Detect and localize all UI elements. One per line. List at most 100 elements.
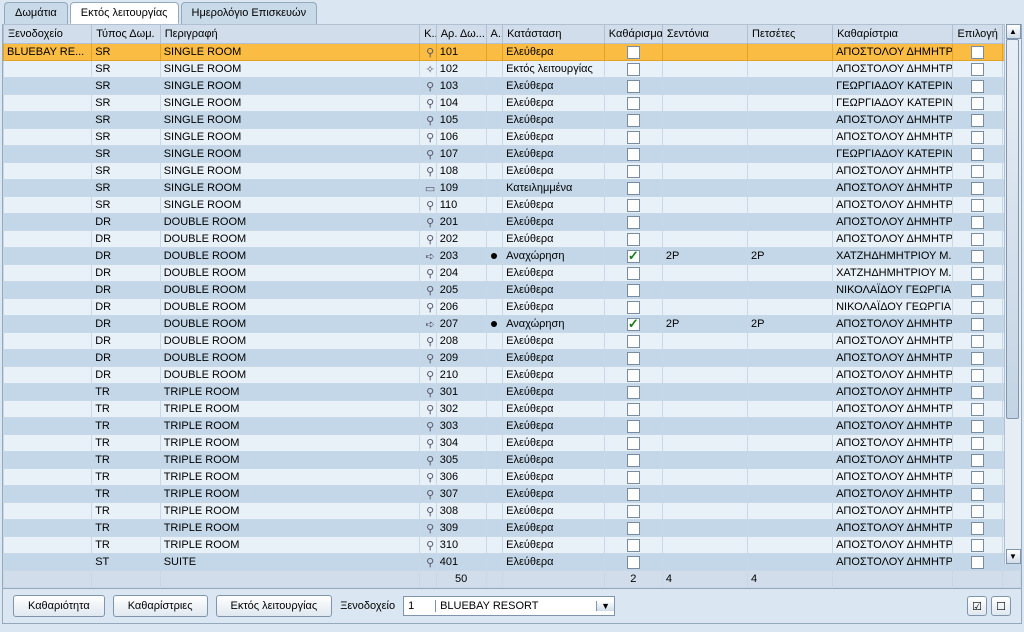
desc-cell[interactable]: [160, 418, 419, 435]
type-cell[interactable]: [92, 248, 160, 265]
towels-cell[interactable]: [748, 197, 833, 214]
select-cell[interactable]: [953, 486, 1003, 503]
type-cell-input[interactable]: [95, 437, 156, 449]
clean-checkbox[interactable]: [627, 386, 640, 399]
select-cell[interactable]: [953, 95, 1003, 112]
desc-cell[interactable]: [160, 469, 419, 486]
scroll-thumb[interactable]: [1006, 39, 1019, 419]
hotel-cell[interactable]: [4, 333, 92, 350]
type-cell[interactable]: [92, 367, 160, 384]
select-cell[interactable]: [953, 112, 1003, 129]
maid-cell[interactable]: ΑΠΟΣΤΟΛΟΥ ΔΗΜΗΤΡΑ: [833, 350, 953, 367]
hotel-cell[interactable]: [4, 282, 92, 299]
hotel-cell-input[interactable]: [7, 46, 88, 58]
desc-cell-input[interactable]: [164, 539, 416, 551]
type-cell[interactable]: [92, 350, 160, 367]
maid-cell[interactable]: ΑΠΟΣΤΟΛΟΥ ΔΗΜΗΤΡΑ: [833, 214, 953, 231]
maid-cell[interactable]: ΑΠΟΣΤΟΛΟΥ ΔΗΜΗΤΡΑ: [833, 486, 953, 503]
type-cell-input[interactable]: [95, 114, 156, 126]
desc-cell-input[interactable]: [164, 46, 416, 58]
hotel-cell-input[interactable]: [7, 522, 88, 534]
clean-cell[interactable]: [604, 146, 662, 163]
select-checkbox[interactable]: [971, 46, 984, 59]
towels-cell[interactable]: [748, 231, 833, 248]
hotel-cell-input[interactable]: [7, 216, 88, 228]
room-number-cell[interactable]: 207: [436, 316, 486, 333]
select-checkbox[interactable]: [971, 284, 984, 297]
col-room-number[interactable]: Αρ. Δω...: [436, 25, 486, 44]
hotel-cell-input[interactable]: [7, 114, 88, 126]
clean-cell[interactable]: [604, 435, 662, 452]
select-cell[interactable]: [953, 44, 1003, 61]
maid-cell[interactable]: ΑΠΟΣΤΟΛΟΥ ΔΗΜΗΤΡΑ: [833, 163, 953, 180]
type-cell[interactable]: [92, 401, 160, 418]
type-cell-input[interactable]: [95, 488, 156, 500]
table-row[interactable]: ⚲306ΕλεύθεραΑΠΟΣΤΟΛΟΥ ΔΗΜΗΤΡΑ: [4, 469, 1021, 486]
towels-cell[interactable]: 2P: [748, 248, 833, 265]
vertical-scrollbar[interactable]: ▲ ▼: [1004, 24, 1021, 564]
room-number-cell[interactable]: 208: [436, 333, 486, 350]
hotel-cell-input[interactable]: [7, 556, 88, 568]
table-row[interactable]: ⚲401ΕλεύθεραΑΠΟΣΤΟΛΟΥ ΔΗΜΗΤΡΑ: [4, 554, 1021, 571]
select-checkbox[interactable]: [971, 505, 984, 518]
select-checkbox[interactable]: [971, 97, 984, 110]
hotel-name-field[interactable]: BLUEBAY RESORT: [436, 600, 596, 612]
hotel-cell[interactable]: [4, 146, 92, 163]
select-checkbox[interactable]: [971, 420, 984, 433]
select-cell[interactable]: [953, 129, 1003, 146]
clean-cell[interactable]: [604, 61, 662, 78]
clean-cell[interactable]: [604, 299, 662, 316]
clean-checkbox[interactable]: [627, 556, 640, 569]
room-number-cell[interactable]: 107: [436, 146, 486, 163]
sheets-cell[interactable]: [662, 214, 747, 231]
sheets-cell[interactable]: [662, 95, 747, 112]
select-checkbox[interactable]: [971, 539, 984, 552]
desc-cell-input[interactable]: [164, 233, 416, 245]
type-cell[interactable]: [92, 333, 160, 350]
hotel-cell[interactable]: [4, 418, 92, 435]
select-cell[interactable]: [953, 333, 1003, 350]
room-number-cell[interactable]: 109: [436, 180, 486, 197]
towels-cell[interactable]: [748, 367, 833, 384]
sheets-cell[interactable]: [662, 333, 747, 350]
select-cell[interactable]: [953, 265, 1003, 282]
maid-cell[interactable]: ΑΠΟΣΤΟΛΟΥ ΔΗΜΗΤΡΑ: [833, 452, 953, 469]
room-number-cell[interactable]: 304: [436, 435, 486, 452]
towels-cell[interactable]: [748, 180, 833, 197]
table-row[interactable]: ⚲110ΕλεύθεραΑΠΟΣΤΟΛΟΥ ΔΗΜΗΤΡΑ: [4, 197, 1021, 214]
sheets-cell[interactable]: [662, 452, 747, 469]
towels-cell[interactable]: [748, 486, 833, 503]
desc-cell[interactable]: [160, 163, 419, 180]
select-cell[interactable]: [953, 197, 1003, 214]
clean-checkbox[interactable]: [627, 267, 640, 280]
table-row[interactable]: ⚲304ΕλεύθεραΑΠΟΣΤΟΛΟΥ ΔΗΜΗΤΡΑ: [4, 435, 1021, 452]
hotel-cell-input[interactable]: [7, 63, 88, 75]
select-checkbox[interactable]: [971, 63, 984, 76]
clean-checkbox[interactable]: [627, 318, 640, 331]
clean-cell[interactable]: [604, 180, 662, 197]
clean-checkbox[interactable]: [627, 471, 640, 484]
scroll-down-icon[interactable]: ▼: [1006, 549, 1021, 564]
desc-cell-input[interactable]: [164, 369, 416, 381]
clean-cell[interactable]: [604, 486, 662, 503]
select-checkbox[interactable]: [971, 233, 984, 246]
select-cell[interactable]: [953, 554, 1003, 571]
type-cell-input[interactable]: [95, 369, 156, 381]
room-number-cell[interactable]: 108: [436, 163, 486, 180]
select-cell[interactable]: [953, 248, 1003, 265]
select-cell[interactable]: [953, 350, 1003, 367]
type-cell[interactable]: [92, 180, 160, 197]
sheets-cell[interactable]: [662, 197, 747, 214]
col-maid[interactable]: Καθαρίστρια: [833, 25, 953, 44]
table-row[interactable]: ⚲101ΕλεύθεραΑΠΟΣΤΟΛΟΥ ΔΗΜΗΤΡΑ: [4, 44, 1021, 61]
desc-cell[interactable]: [160, 129, 419, 146]
select-checkbox[interactable]: [971, 80, 984, 93]
maid-cell[interactable]: ΑΠΟΣΤΟΛΟΥ ΔΗΜΗΤΡΑ: [833, 231, 953, 248]
hotel-cell[interactable]: [4, 78, 92, 95]
hotel-cell[interactable]: [4, 112, 92, 129]
out-of-service-button[interactable]: Εκτός λειτουργίας: [216, 595, 333, 617]
clean-checkbox[interactable]: [627, 420, 640, 433]
hotel-cell-input[interactable]: [7, 182, 88, 194]
hotel-cell[interactable]: [4, 401, 92, 418]
select-checkbox[interactable]: [971, 165, 984, 178]
